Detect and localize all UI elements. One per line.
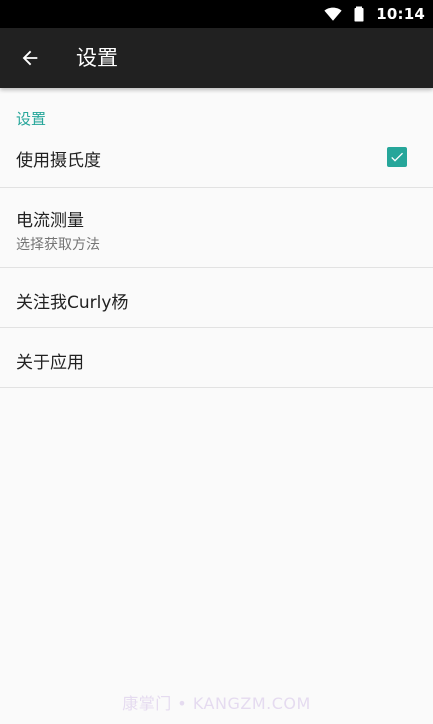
wifi-icon [324,7,342,21]
status-bar: 10:14 [0,0,433,28]
pref-title-current-measurement: 电流测量 [16,211,84,231]
preference-list: 设置 使用摄氏度 电流测量 选择获取方法 关注我Curly杨 关于应用 [0,88,433,388]
check-icon [391,152,403,162]
status-time: 10:14 [376,5,425,23]
settings-screen: 10:14 设置 设置 使用摄氏度 电流测量 选择获取方法 关注我Curly杨 … [0,0,433,724]
celsius-checkbox[interactable] [387,147,407,167]
page-title: 设置 [76,46,118,70]
app-bar: 设置 [0,28,433,88]
pref-use-celsius[interactable]: 使用摄氏度 [0,134,433,188]
pref-title-use-celsius: 使用摄氏度 [16,151,101,171]
status-icons: 10:14 [324,0,425,28]
pref-summary-current-measurement: 选择获取方法 [16,237,100,253]
arrow-back-icon [22,50,38,66]
watermark: 康掌门 • KANGZM.COM [122,694,311,713]
pref-title-about-app: 关于应用 [16,353,84,373]
preference-category-title: 设置 [16,110,47,128]
pref-about-app[interactable]: 关于应用 [0,328,433,388]
pref-text-block: 电流测量 选择获取方法 [16,206,100,254]
pref-current-measurement[interactable]: 电流测量 选择获取方法 [0,188,433,268]
pref-title-follow-me: 关注我Curly杨 [16,293,129,313]
battery-icon [354,6,364,22]
pref-follow-me[interactable]: 关注我Curly杨 [0,268,433,328]
back-button[interactable] [14,42,46,74]
